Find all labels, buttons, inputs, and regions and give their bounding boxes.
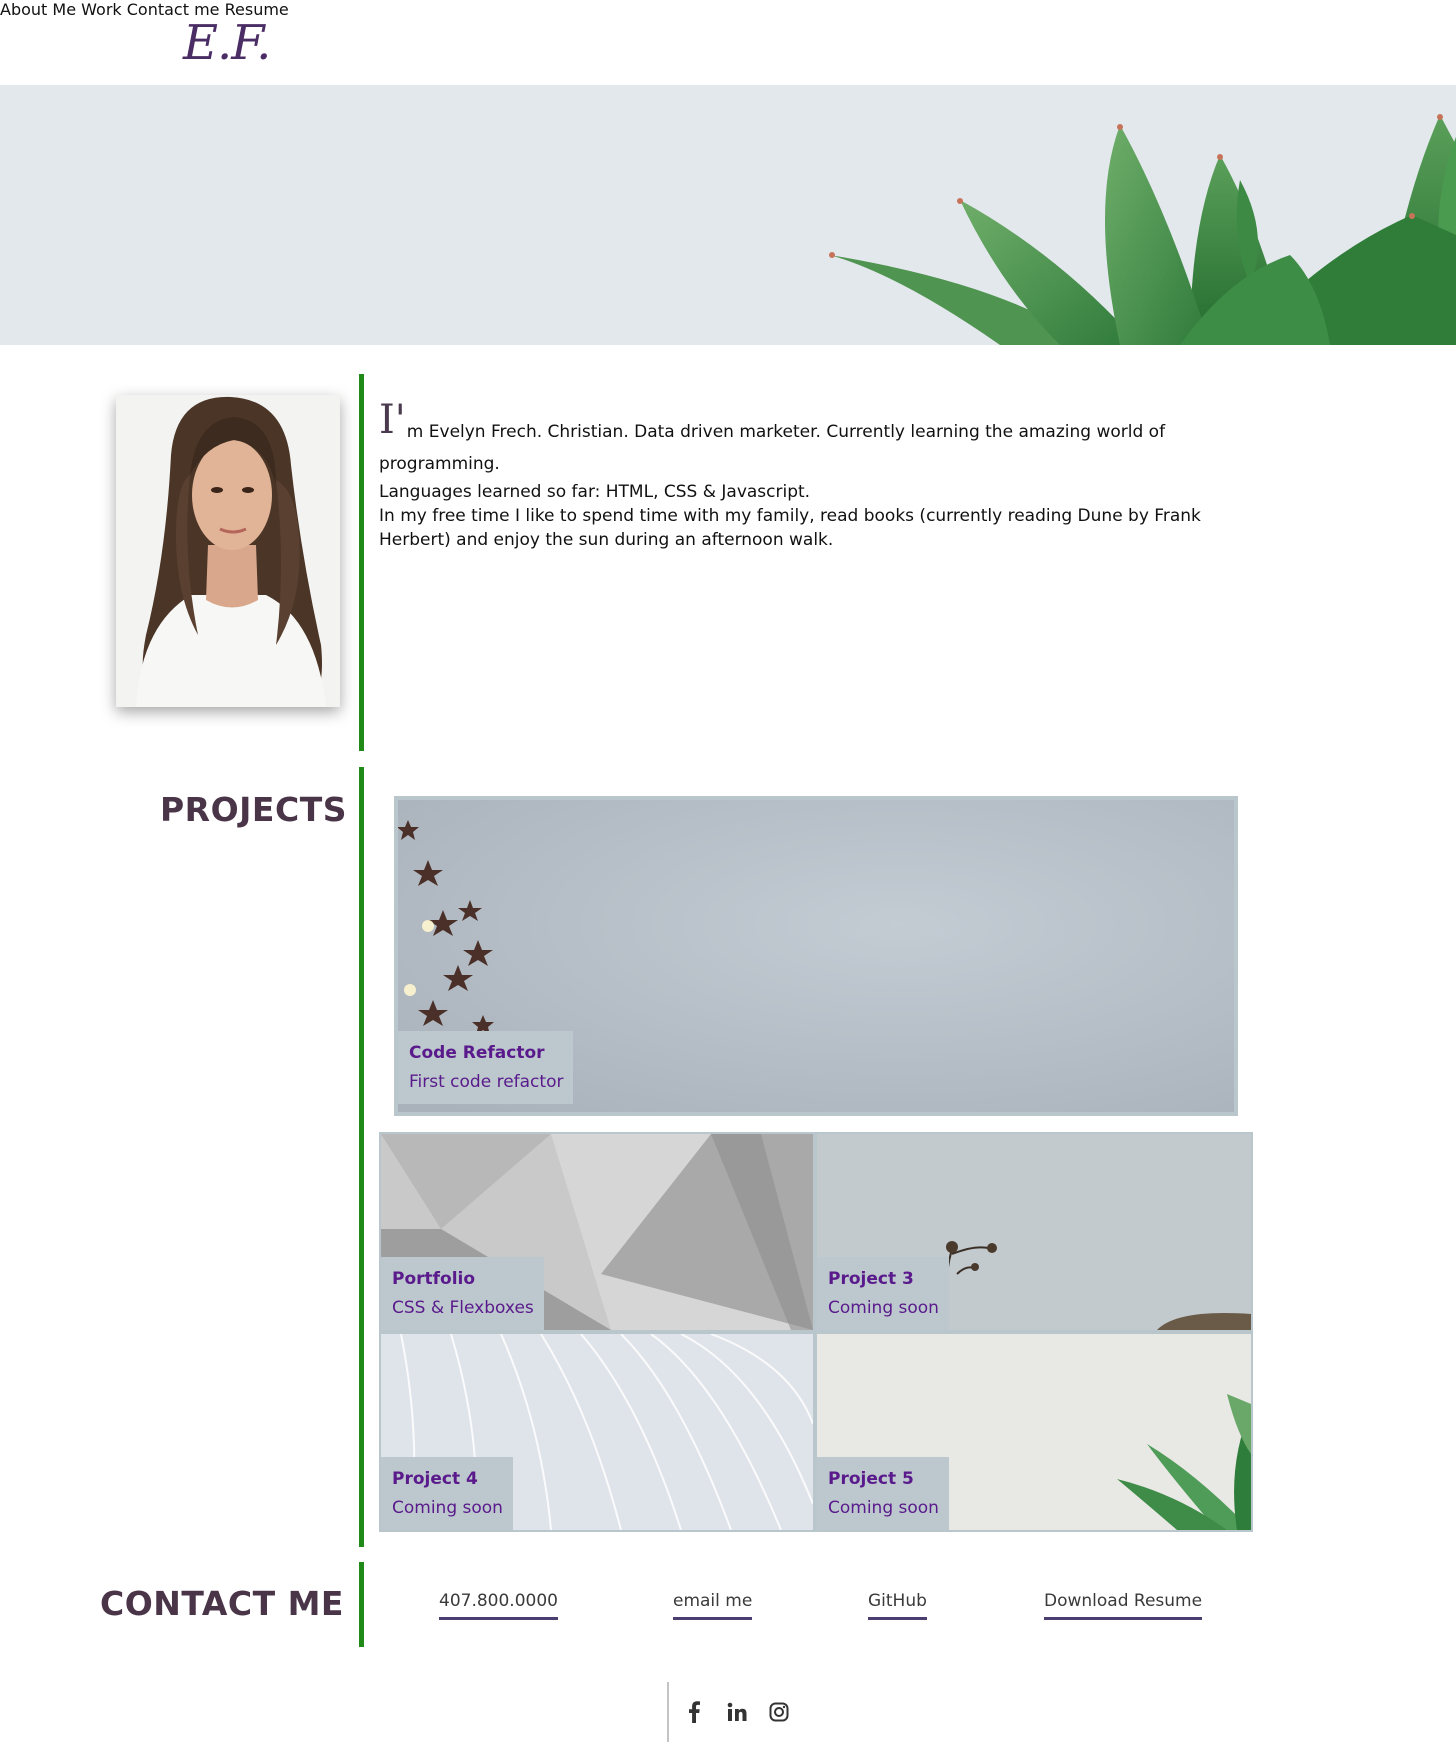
project-card-project-4[interactable]: Project 4 Coming soon <box>379 1332 815 1532</box>
projects-title: PROJECTS <box>160 790 347 829</box>
project-subtitle: Coming soon <box>392 1498 503 1518</box>
project-title: Project 4 <box>392 1469 478 1489</box>
profile-photo <box>116 395 340 707</box>
projects-divider <box>359 767 364 1547</box>
contact-title: CONTACT ME <box>100 1584 344 1623</box>
project-caption: Project 3 Coming soon <box>817 1257 949 1330</box>
project-card-code-refactor[interactable]: Code Refactor First code refactor <box>394 796 1238 1116</box>
email-link[interactable]: email me <box>673 1589 753 1620</box>
project-title: Project 3 <box>828 1269 914 1289</box>
project-title: Code Refactor <box>409 1043 545 1063</box>
nav-about-me[interactable]: About Me <box>0 0 76 19</box>
about-intro: I'm Evelyn Frech. Christian. Data driven… <box>379 400 1269 480</box>
logo[interactable]: E.F. <box>183 8 271 78</box>
project-subtitle: Coming soon <box>828 1498 939 1518</box>
project-card-project-5[interactable]: Project 5 Coming soon <box>815 1332 1253 1532</box>
site-header: E.F. About Me Work Contact me Resume <box>0 0 1456 85</box>
succulent-image <box>0 85 1456 345</box>
about-free-time: In my free time I like to spend time wit… <box>379 506 1201 550</box>
project-caption: Project 4 Coming soon <box>381 1457 513 1530</box>
project-caption: Project 5 Coming soon <box>817 1457 949 1530</box>
linkedin-icon[interactable] <box>723 1698 751 1726</box>
footer-divider <box>667 1682 669 1742</box>
about-languages: Languages learned so far: HTML, CSS & Ja… <box>379 482 811 502</box>
contact-divider <box>359 1562 364 1647</box>
instagram-icon[interactable] <box>765 1698 793 1726</box>
download-resume-link[interactable]: Download Resume <box>1044 1589 1203 1620</box>
project-subtitle: CSS & Flexboxes <box>392 1298 534 1318</box>
hero-banner <box>0 85 1456 345</box>
github-link[interactable]: GitHub <box>868 1589 927 1620</box>
nav-work[interactable]: Work <box>81 0 122 19</box>
about-intro-text: m Evelyn Frech. Christian. Data driven m… <box>379 422 1166 474</box>
project-card-portfolio[interactable]: Portfolio CSS & Flexboxes <box>379 1132 815 1332</box>
about-text: I'm Evelyn Frech. Christian. Data driven… <box>379 400 1269 552</box>
project-caption: Portfolio CSS & Flexboxes <box>381 1257 544 1330</box>
about-divider <box>359 374 364 751</box>
phone-link[interactable]: 407.800.0000 <box>439 1589 558 1620</box>
facebook-icon[interactable] <box>680 1698 708 1726</box>
project-subtitle: First code refactor <box>409 1072 564 1092</box>
project-title: Project 5 <box>828 1469 914 1489</box>
project-caption: Code Refactor First code refactor <box>398 1031 574 1104</box>
dropcap: I' <box>379 397 406 443</box>
project-title: Portfolio <box>392 1269 476 1289</box>
project-subtitle: Coming soon <box>828 1298 939 1318</box>
project-card-project-3[interactable]: Project 3 Coming soon <box>815 1132 1253 1332</box>
